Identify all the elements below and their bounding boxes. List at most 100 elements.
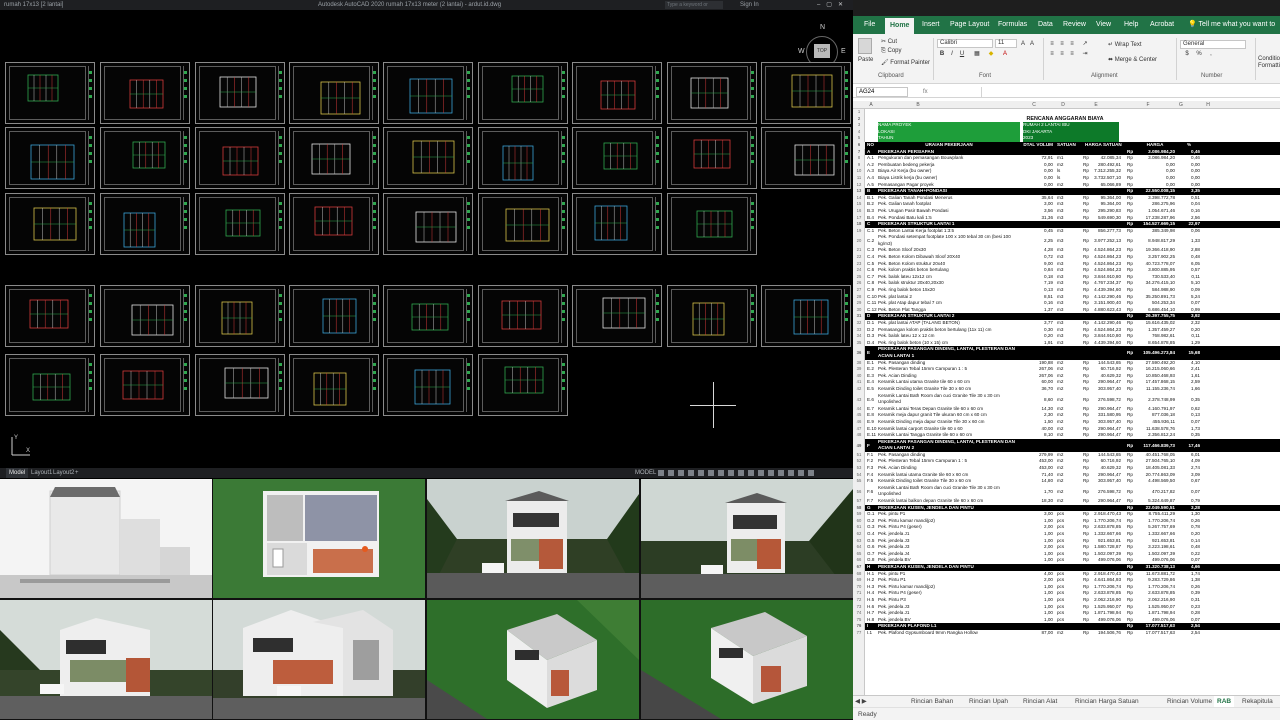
cell-a[interactable]: B [867, 188, 877, 195]
cell-f2[interactable]: 16.215.060,66 [1135, 366, 1175, 373]
cell-f2[interactable]: 2.378.748,99 [1135, 393, 1175, 406]
autocad-search-input[interactable]: Type a keyword or phrase [665, 1, 723, 16]
cell-f2[interactable]: 8.948.817,29 [1135, 234, 1175, 247]
cell-a[interactable]: F.6 [867, 485, 877, 498]
cell-f[interactable]: Rp [1127, 472, 1133, 479]
cell-b[interactable]: PEKERJAAN KUSEN, JENDELA DAN PINTU [878, 505, 1020, 512]
cell-b[interactable]: Keramik Lantai Teras Depan Granite tile … [878, 406, 1020, 413]
cell-a[interactable]: D.1 [867, 320, 877, 327]
cell-a[interactable]: H.6 [867, 604, 877, 611]
cell-c[interactable]: 1,00 [1023, 518, 1053, 525]
cell-g[interactable]: 0,28 [1178, 610, 1200, 617]
cell-g[interactable]: 1,33 [1178, 234, 1200, 247]
cell-a[interactable]: H.1 [867, 571, 877, 578]
table-row[interactable]: 53 F.3 Pek. Acian Dinding 453,00 m2 Rp 40.629,… [857, 465, 1280, 472]
cell-f[interactable]: Rp [1127, 195, 1133, 202]
drawing-sheet[interactable] [383, 354, 473, 416]
cell-e[interactable]: Rp [1083, 261, 1089, 268]
row-number[interactable]: 73 [853, 604, 865, 611]
cell-c[interactable]: 1,70 [1023, 485, 1053, 498]
cell-a[interactable]: C.5 [867, 261, 877, 268]
cell-e[interactable]: Rp [1083, 327, 1089, 334]
cell-g[interactable]: 0,78 [1178, 524, 1200, 531]
cell-b[interactable]: Pek. pintu P1 [878, 571, 1020, 578]
paste-button[interactable]: Paste [858, 57, 873, 63]
cell-c[interactable]: 0,30 [1023, 327, 1053, 334]
cell-c[interactable]: 1,00 [1023, 531, 1053, 538]
cell-c[interactable]: 1,00 [1023, 604, 1053, 611]
cell-f[interactable]: Rp [1127, 379, 1133, 386]
cell-e[interactable]: Rp [1083, 498, 1089, 505]
cell-c[interactable]: 4,00 [1023, 571, 1053, 578]
cell-g[interactable]: 1,73 [1178, 426, 1200, 433]
cell-e[interactable]: Rp [1083, 597, 1089, 604]
cell-f2[interactable]: 1.502.097,39 [1135, 551, 1175, 558]
cell-a[interactable]: B.1 [867, 195, 877, 202]
cell-b[interactable]: Pek. Pintu P3 [878, 597, 1020, 604]
cell-f2[interactable]: 1.357.459,27 [1135, 327, 1175, 334]
row-number[interactable]: 23 [853, 261, 865, 268]
viewcube-west[interactable]: W [798, 48, 805, 55]
row-number[interactable]: 55 [853, 478, 865, 485]
cell-f[interactable]: Rp [1127, 432, 1133, 439]
cell-f[interactable]: Rp [1127, 254, 1133, 261]
align-top-icon[interactable]: ≡ [1048, 40, 1056, 48]
number-format-select[interactable]: General [1180, 40, 1246, 49]
cell-g[interactable]: 0,31 [1178, 597, 1200, 604]
row-number[interactable]: 47 [853, 426, 865, 433]
row-number[interactable]: 75 [853, 617, 865, 624]
drawing-sheet[interactable] [761, 285, 851, 347]
cell-b[interactable]: Pek. Acian Dinding [878, 465, 1020, 472]
cell-b[interactable]: Pek. Pintu P4 (geser) [878, 524, 1020, 531]
cell-b[interactable]: Keramik Dinding meja dapur Granite Tile … [878, 419, 1020, 426]
cell-g[interactable]: 2,74 [1178, 465, 1200, 472]
cell-f2[interactable]: 0,00 [1135, 175, 1175, 182]
row-number[interactable]: 10 [853, 168, 865, 175]
row-number[interactable]: 35 [853, 340, 865, 347]
cell-f2[interactable]: 17.457.868,15 [1135, 379, 1175, 386]
cell-g[interactable]: 0,07 [1178, 485, 1200, 498]
cell-f2[interactable]: 8.755.411,29 [1135, 511, 1175, 518]
cell-e[interactable]: Rp [1083, 630, 1089, 637]
cell-a[interactable]: C.8 [867, 280, 877, 287]
cell-a[interactable]: G.3 [867, 524, 877, 531]
drawing-sheet[interactable] [572, 285, 662, 347]
cell-g[interactable]: 0,06 [1178, 228, 1200, 235]
cell-b[interactable]: PEKERJAAN STRUKTUR LANTAI 1 [878, 221, 1020, 228]
cell-e2[interactable]: 276.598,72 [1091, 393, 1121, 406]
cell-e2[interactable]: 295.290,83 [1091, 208, 1121, 215]
cell-f[interactable]: Rp [1127, 498, 1133, 505]
drawing-sheet[interactable] [195, 285, 285, 347]
cell-c[interactable]: 36,70 [1023, 386, 1054, 393]
cell-g[interactable]: 0,48 [1178, 254, 1200, 261]
customization-menu-icon[interactable] [808, 470, 814, 476]
row-number[interactable]: 18 [853, 221, 865, 228]
cell-g[interactable]: 0,20 [1178, 327, 1200, 334]
row-number[interactable]: 40 [853, 373, 865, 380]
cell-d[interactable]: m2 [1057, 472, 1079, 479]
drawing-sheet[interactable] [195, 127, 285, 189]
cell-e[interactable]: Rp [1083, 590, 1089, 597]
align-middle-icon[interactable]: ≡ [1058, 40, 1066, 48]
section-row[interactable]: 7 A PEKERJAAN PERSIAPAN Rp 3.086.984,20 0,46 [858, 148, 1280, 156]
table-row[interactable]: 69 H.2 Pek. Pintu P1 2,00 pcs Rp 4.641.864,93 R… [857, 577, 1280, 584]
cell-g[interactable]: 0,35 [1178, 393, 1200, 406]
autocad-drawing-canvas[interactable]: TOP N S E W Y X [0, 10, 853, 468]
cell-e[interactable]: Rp [1083, 168, 1089, 175]
table-header-row[interactable]: 6 NO URAIAN PEKERJAAN DTAL VOLUM SATUAN … [853, 141, 1280, 149]
isolate-objects-icon[interactable] [778, 470, 784, 476]
row-number[interactable]: 26 [853, 280, 865, 287]
cell-f[interactable]: Rp [1127, 505, 1133, 512]
cell-f[interactable]: Rp [1127, 511, 1133, 518]
cell-d[interactable]: m3 [1057, 287, 1079, 294]
cell-d[interactable]: m2 [1057, 373, 1079, 380]
annotation-scale-icon[interactable] [748, 470, 754, 476]
drawing-sheet[interactable] [478, 127, 568, 189]
cell-e2[interactable]: 4.524.864,23 [1091, 254, 1121, 261]
name-box[interactable]: AG24 [856, 87, 908, 97]
cell-g[interactable]: 2,88 [1178, 247, 1200, 254]
cell-f2[interactable]: 5.324.649,87 [1135, 498, 1175, 505]
cell-a[interactable]: E.6 [867, 393, 877, 406]
cell-c[interactable]: 8,60 [1023, 393, 1053, 406]
cell-f[interactable]: Rp [1127, 571, 1133, 578]
